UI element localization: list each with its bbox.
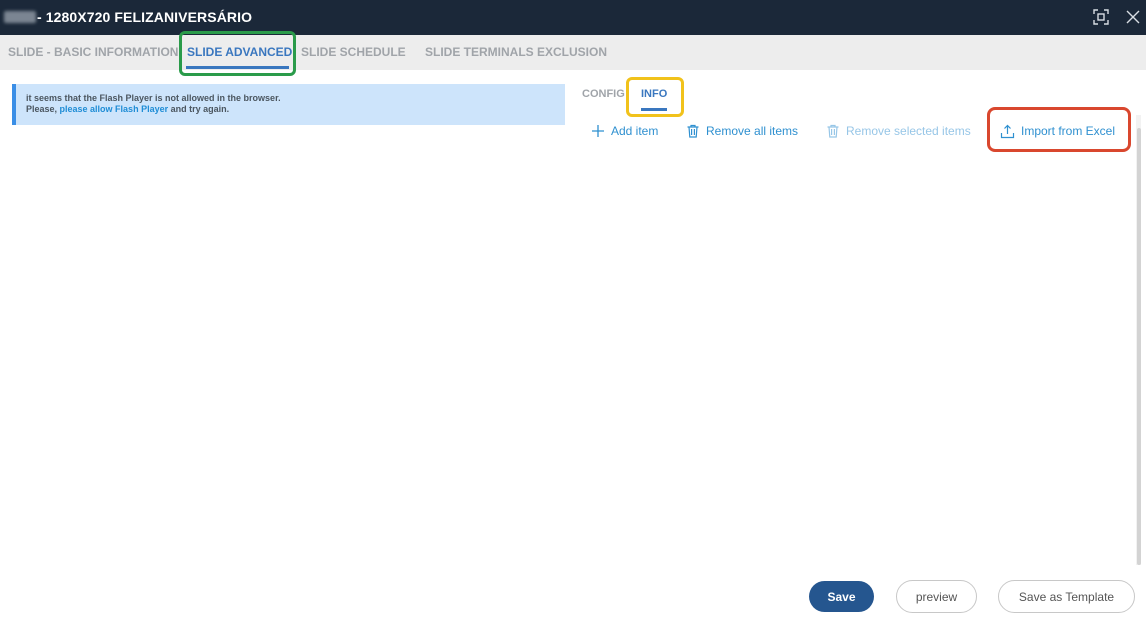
tab-slide-basic-information[interactable]: SLIDE - BASIC INFORMATION	[8, 45, 178, 59]
trash-icon	[687, 124, 699, 138]
add-item-button[interactable]: Add item	[591, 123, 658, 139]
scrollbar-thumb[interactable]	[1137, 128, 1141, 565]
subtab-info[interactable]: INFO	[641, 88, 667, 100]
flash-notice-line1: it seems that the Flash Player is not al…	[26, 93, 281, 103]
plus-icon	[592, 125, 604, 137]
trash-icon	[827, 124, 839, 138]
close-icon[interactable]	[1123, 7, 1143, 27]
tab-slide-terminals-exclusion[interactable]: SLIDE TERMINALS EXCLUSION	[425, 45, 607, 59]
remove-selected-items-label: Remove selected items	[846, 124, 971, 138]
window-titlebar: - 1280X720 FELIZANIVERSÁRIO	[0, 0, 1146, 35]
active-subtab-indicator	[641, 108, 667, 111]
maximize-icon[interactable]	[1091, 7, 1111, 27]
flash-notice-suffix: and try again.	[168, 104, 230, 114]
active-tab-indicator	[186, 66, 289, 69]
tab-slide-schedule[interactable]: SLIDE SCHEDULE	[301, 45, 406, 59]
flash-notice-prefix: Please,	[26, 104, 60, 114]
import-from-excel-label: Import from Excel	[1021, 124, 1116, 138]
remove-selected-items-button[interactable]: Remove selected items	[826, 123, 971, 139]
save-as-template-button[interactable]: Save as Template	[998, 580, 1135, 613]
window-title: - 1280X720 FELIZANIVERSÁRIO	[37, 9, 253, 25]
preview-button[interactable]: preview	[896, 580, 977, 613]
upload-icon	[1000, 124, 1015, 138]
import-from-excel-button[interactable]: Import from Excel	[1000, 123, 1115, 139]
flash-notice-line2: Please, please allow Flash Player and tr…	[26, 104, 565, 115]
blurred-title-prefix	[4, 11, 36, 23]
remove-all-items-button[interactable]: Remove all items	[686, 123, 798, 139]
save-button[interactable]: Save	[809, 581, 874, 612]
add-item-label: Add item	[611, 124, 659, 138]
allow-flash-link[interactable]: please allow Flash Player	[60, 104, 169, 114]
tab-slide-advanced[interactable]: SLIDE ADVANCED	[187, 45, 292, 59]
flash-player-notice: it seems that the Flash Player is not al…	[12, 84, 565, 125]
main-tab-bar: SLIDE - BASIC INFORMATION SLIDE ADVANCED…	[0, 35, 1146, 70]
subtab-config[interactable]: CONFIG	[582, 88, 625, 100]
remove-all-items-label: Remove all items	[706, 124, 799, 138]
